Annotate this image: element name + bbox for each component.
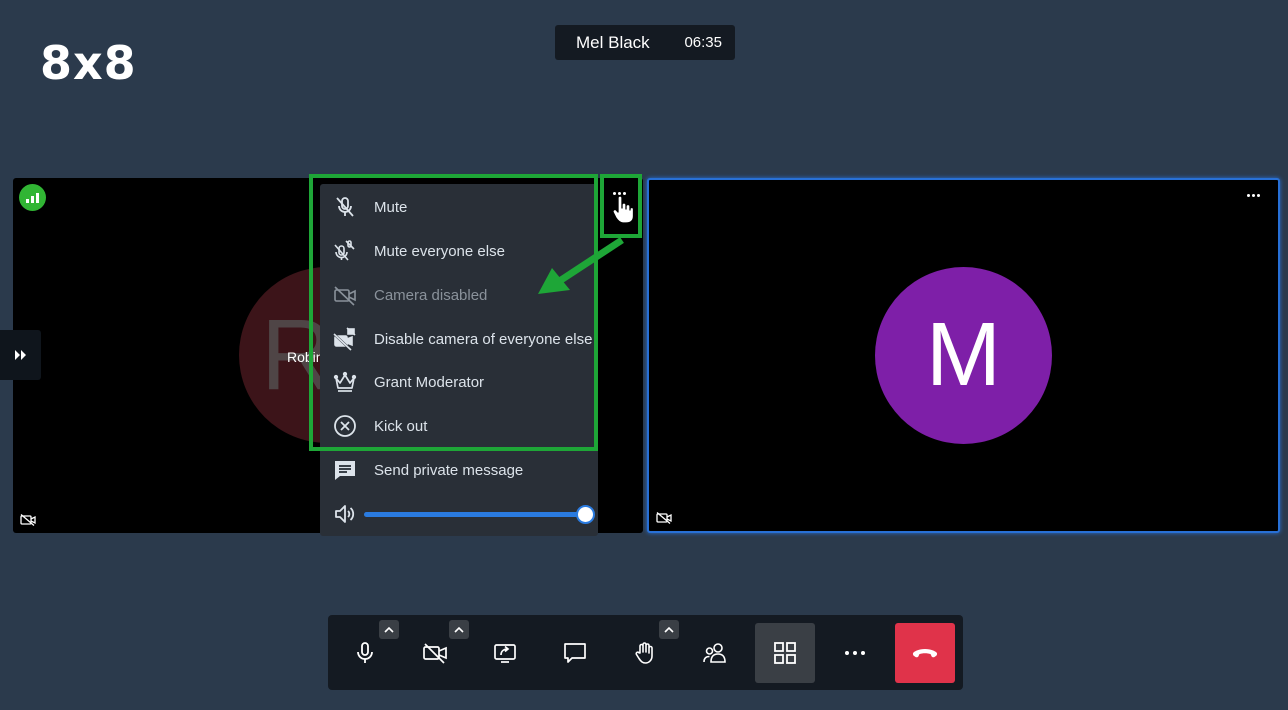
participants-button[interactable] bbox=[685, 623, 745, 683]
menu-item-mute-everyone[interactable]: Mute everyone else bbox=[320, 229, 598, 273]
menu-item-label: Mute everyone else bbox=[374, 242, 505, 260]
avatar-letter: M bbox=[926, 305, 1001, 405]
avatar: M bbox=[875, 267, 1052, 444]
menu-item-label: Kick out bbox=[374, 417, 428, 435]
volume-slider-fill bbox=[364, 512, 586, 517]
video-tile-local[interactable]: M bbox=[647, 178, 1280, 533]
hand-icon bbox=[635, 642, 653, 664]
menu-item-send-private-message[interactable]: Send private message bbox=[320, 448, 598, 492]
menu-item-label: Grant Moderator bbox=[374, 373, 485, 391]
phone-hangup-icon bbox=[912, 649, 938, 658]
more-options-button[interactable] bbox=[1243, 188, 1263, 202]
chat-icon bbox=[564, 643, 586, 663]
grid-icon bbox=[774, 642, 796, 664]
more-options-button[interactable] bbox=[609, 186, 629, 200]
conference-info: Mel Black 06:35 bbox=[555, 25, 735, 60]
menu-item-camera-disabled: Camera disabled bbox=[320, 273, 598, 317]
participant-name: Mel Black bbox=[576, 32, 650, 52]
menu-item-grant-moderator[interactable]: Grant Moderator bbox=[320, 360, 598, 404]
chat-button[interactable] bbox=[545, 623, 605, 683]
speaker-volume-icon bbox=[332, 501, 358, 527]
toggle-filmstrip-button[interactable] bbox=[0, 330, 41, 380]
crown-icon bbox=[332, 369, 358, 395]
hangup-button[interactable] bbox=[895, 623, 955, 683]
volume-slider[interactable] bbox=[364, 505, 595, 524]
screen-share-button[interactable] bbox=[475, 623, 535, 683]
tile-view-button[interactable] bbox=[755, 623, 815, 683]
more-actions-button[interactable] bbox=[825, 623, 885, 683]
call-timer: 06:35 bbox=[684, 34, 722, 51]
volume-slider-thumb[interactable] bbox=[576, 505, 595, 524]
mute-everyone-icon bbox=[332, 238, 358, 264]
menu-item-label: Disable camera of everyone else bbox=[374, 330, 593, 348]
participant-display-name: Robin bbox=[287, 349, 324, 365]
toolbar bbox=[328, 615, 963, 690]
connection-indicator-icon[interactable] bbox=[19, 184, 46, 211]
screen-share-icon bbox=[494, 644, 516, 663]
double-chevron-right-icon bbox=[14, 350, 26, 360]
reactions-options-caret[interactable] bbox=[659, 620, 679, 639]
message-icon bbox=[332, 457, 358, 483]
more-dots-icon bbox=[845, 651, 865, 655]
menu-item-kick-out[interactable]: Kick out bbox=[320, 404, 598, 448]
camera-off-everyone-icon bbox=[332, 326, 358, 352]
app-logo: 8x8 bbox=[40, 36, 137, 90]
camera-off-icon bbox=[20, 514, 36, 526]
microphone-icon bbox=[357, 642, 373, 663]
menu-item-label: Send private message bbox=[374, 461, 524, 479]
menu-item-label: Camera disabled bbox=[374, 286, 488, 304]
menu-item-disable-camera-everyone[interactable]: Disable camera of everyone else bbox=[320, 317, 598, 361]
microphone-options-caret[interactable] bbox=[379, 620, 399, 639]
participants-icon bbox=[703, 643, 726, 663]
menu-item-mute[interactable]: Mute bbox=[320, 185, 598, 229]
mic-off-icon bbox=[332, 194, 358, 220]
camera-off-icon bbox=[423, 643, 447, 664]
participant-context-menu: Mute Mute everyone else Camera disabled bbox=[320, 184, 598, 536]
camera-off-icon bbox=[656, 512, 672, 524]
chevron-up-icon bbox=[384, 626, 394, 633]
close-circle-icon bbox=[332, 413, 358, 439]
camera-options-caret[interactable] bbox=[449, 620, 469, 639]
volume-control bbox=[320, 497, 598, 531]
camera-off-icon bbox=[332, 282, 358, 308]
chevron-up-icon bbox=[454, 626, 464, 633]
menu-item-label: Mute bbox=[374, 198, 408, 216]
chevron-up-icon bbox=[664, 626, 674, 633]
